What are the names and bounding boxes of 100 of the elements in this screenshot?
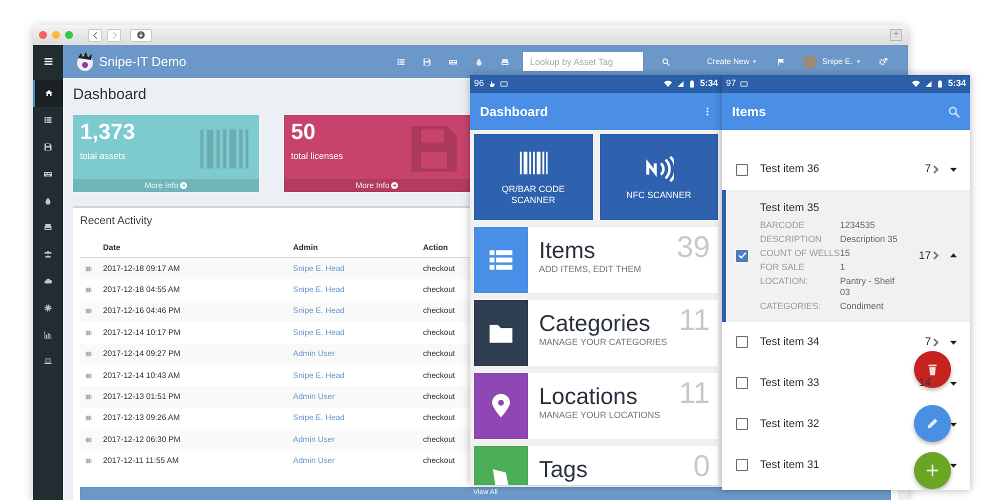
table-cell-text: checkout [423, 262, 456, 275]
app-title[interactable]: Snipe-IT Demo [99, 52, 186, 72]
new-tab-button[interactable]: + [890, 29, 902, 41]
list-icon[interactable] [397, 58, 405, 66]
table-cell-text: checkout [423, 391, 456, 404]
checkbox[interactable] [736, 336, 748, 348]
gears-icon[interactable] [878, 57, 888, 66]
admin-link[interactable]: Snipe E. Head [293, 284, 423, 296]
barcode-icon [85, 415, 92, 422]
item-name: Test item 32 [760, 416, 820, 432]
item-count: 14 [918, 376, 931, 391]
table-cell-text: 2017-12-13 09:26 AM [103, 412, 181, 424]
item-name: Test item 36 [760, 162, 820, 178]
item-row[interactable]: Test item 36 7 [722, 149, 970, 190]
panel-title: Recent Activity [80, 214, 152, 229]
chevron-icon[interactable] [932, 165, 940, 174]
create-new-menu[interactable]: Create New [707, 56, 758, 68]
item-count: 7 [924, 334, 931, 350]
menu-button[interactable] [33, 45, 63, 78]
barcode-icon [85, 330, 92, 336]
status-text: 97 [726, 77, 736, 90]
checkbox[interactable] [736, 250, 748, 262]
signal-icon [676, 80, 684, 88]
users-icon [44, 250, 52, 258]
back-button[interactable] [88, 28, 102, 42]
keyboard-icon[interactable] [449, 58, 457, 66]
table-cell-text: 2017-12-14 10:43 AM [103, 370, 181, 382]
table-cell-text: 2017-12-12 06:30 PM [103, 434, 182, 446]
admin-link[interactable]: Snipe E. Head [293, 262, 423, 275]
barcode-icon [85, 266, 92, 272]
chevron-icon[interactable] [932, 338, 940, 346]
flag-icon[interactable] [777, 58, 786, 66]
image-icon [500, 80, 508, 88]
more-info-link[interactable]: More Info [284, 179, 470, 192]
item-row[interactable]: Test item 34 7 [722, 322, 970, 362]
arrow-circle-icon [180, 182, 188, 189]
drive-icon[interactable] [501, 58, 509, 66]
drop-icon[interactable] [475, 58, 483, 66]
caret-icon[interactable] [949, 165, 958, 174]
download-button[interactable] [130, 28, 152, 42]
table-cell-text: checkout [423, 370, 456, 382]
pencil-icon [926, 417, 939, 430]
checkbox[interactable] [736, 377, 748, 389]
page-title: Dashboard [73, 86, 148, 104]
card-title: Categories [539, 310, 652, 336]
table-cell-text: checkout [423, 305, 456, 318]
chevron-icon[interactable] [932, 251, 940, 260]
table-cell-text: checkout [423, 434, 456, 446]
checkbox[interactable] [736, 164, 748, 176]
admin-link[interactable]: Snipe E. Head [293, 326, 423, 339]
check-icon [738, 251, 746, 260]
scanner-button[interactable]: NFC SCANNER [600, 134, 718, 220]
card-title: Locations [539, 383, 638, 409]
signal-icon [924, 80, 932, 88]
asset-tag-search-field[interactable]: Lookup by Asset Tag [523, 52, 643, 71]
user-menu[interactable]: Snipe E. [822, 56, 860, 68]
admin-link[interactable]: Snipe E. Head [293, 412, 423, 424]
admin-link[interactable]: Snipe E. Head [293, 370, 423, 382]
table-cell-text: checkout [423, 326, 456, 339]
admin-link[interactable]: Admin User [293, 434, 423, 446]
table-cell-text: 2017-12-13 01:51 PM [103, 391, 182, 404]
detail-value: Description 35 [840, 234, 899, 244]
scanner-button[interactable]: QR/BAR CODE SCANNER [474, 134, 592, 220]
checkbox[interactable] [736, 459, 748, 471]
search-icon [662, 58, 670, 66]
admin-link[interactable]: Admin User [293, 455, 423, 468]
trash-icon [926, 363, 939, 376]
item-name: Test item 34 [760, 334, 820, 350]
barcode-icon [85, 394, 92, 400]
column-header[interactable]: Date [103, 242, 293, 254]
detail-label: COUNT OF WELLS [760, 248, 840, 258]
table-cell-text: checkout [423, 348, 456, 360]
barcode-icon [85, 458, 92, 464]
column-header[interactable]: Admin [293, 242, 423, 254]
status-text: 96 [474, 77, 484, 90]
card-title: Tags [539, 456, 589, 482]
image-icon [740, 80, 748, 88]
item-row[interactable]: Test item 35 BARCODE 1234535 DESCRIPTION Description 35 COUNT OF WELLS15 FOR SALE 1 LOCATION: Pantry - Shelf 03 CATEGORIES: Condiment 17 [722, 190, 970, 322]
table-cell-text: 2017-12-11 11:55 AM [103, 455, 180, 468]
nfc-icon [644, 154, 674, 184]
sidebar-item[interactable] [33, 80, 63, 107]
search-button[interactable] [660, 56, 672, 68]
admin-link[interactable]: Admin User [293, 348, 423, 360]
close-button[interactable] [39, 31, 47, 39]
checkbox[interactable] [736, 418, 748, 430]
floating-action-button[interactable] [914, 351, 951, 388]
card-title: Items [539, 237, 596, 263]
drop-icon [44, 196, 52, 205]
table-cell-text: 2017-12-14 09:27 PM [103, 348, 182, 360]
detail-label: FOR SALE [760, 262, 806, 272]
admin-link[interactable]: Snipe E. Head [293, 305, 423, 318]
search-icon[interactable] [948, 106, 960, 118]
barcode-icon [85, 351, 92, 358]
drive-icon [44, 223, 52, 232]
menu-icon [44, 57, 52, 66]
detail-value: Condiment [840, 300, 885, 312]
admin-link[interactable]: Admin User [293, 391, 423, 404]
detail-value: 1234535 [840, 220, 876, 230]
back-icon [92, 32, 98, 38]
app-bar-title: Items [732, 102, 766, 121]
